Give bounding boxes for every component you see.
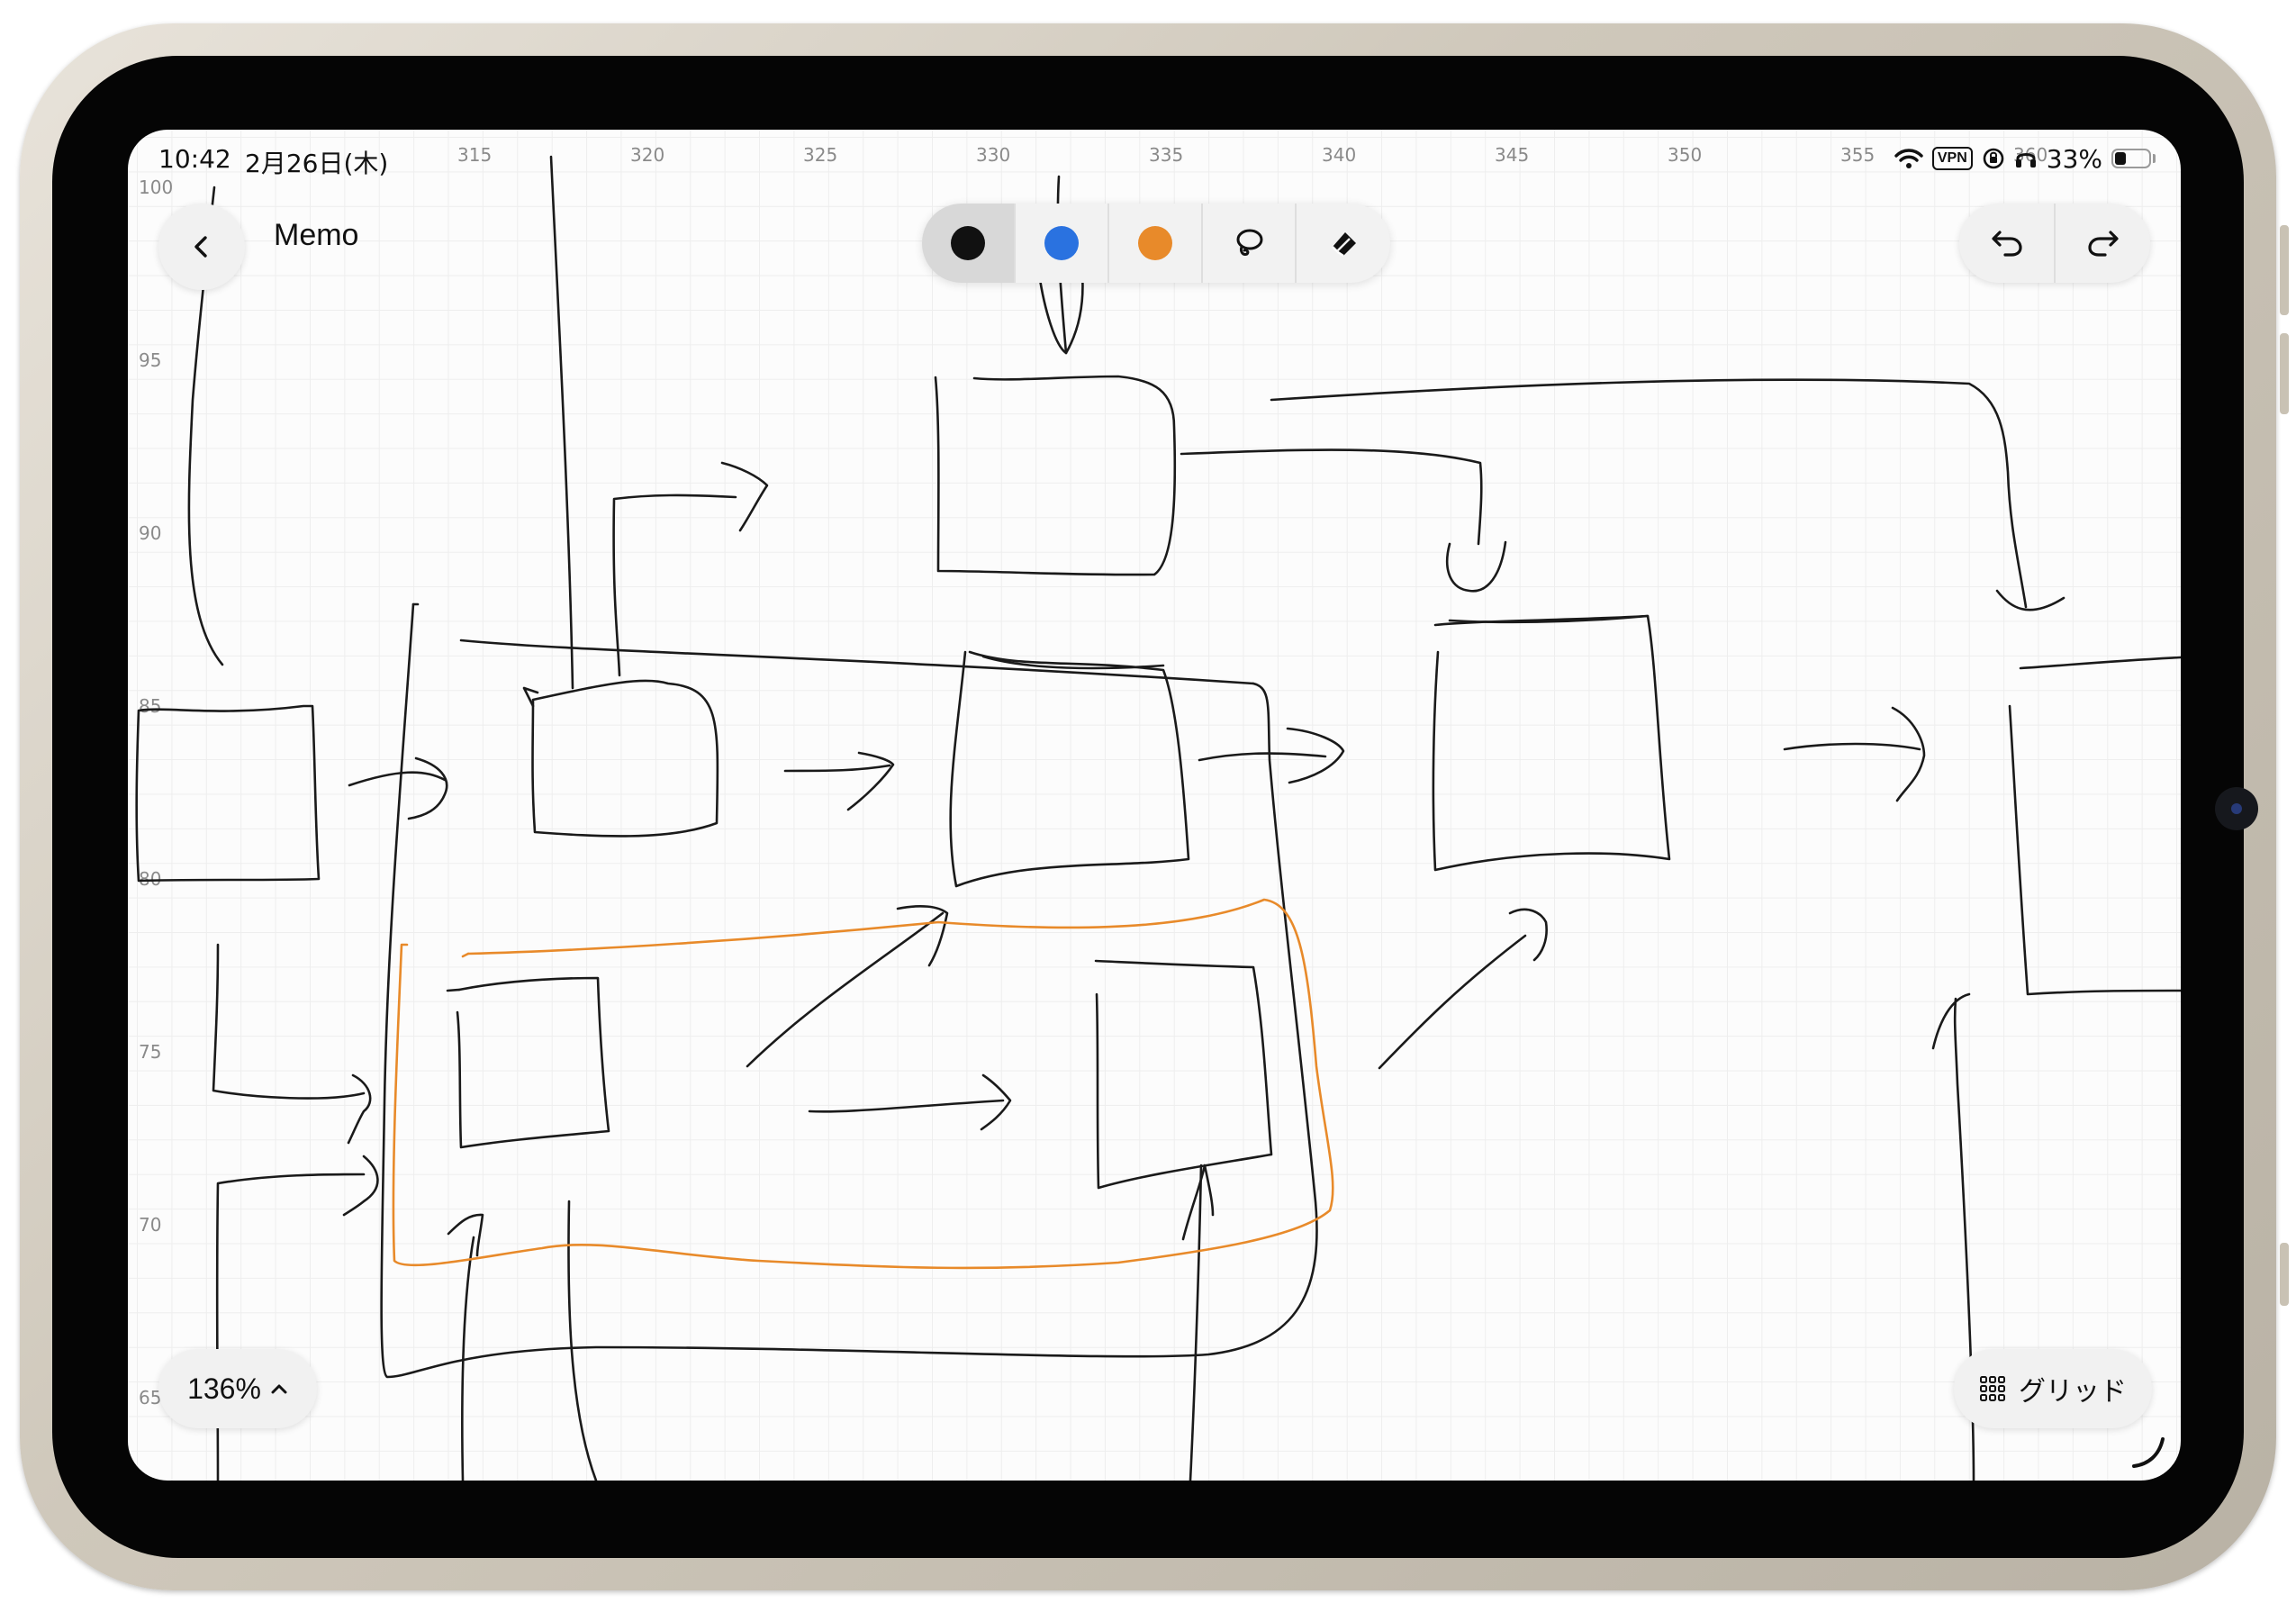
orange-lasso-stroke xyxy=(392,898,1334,1270)
ink-stroke xyxy=(380,602,1318,1379)
ink-drawing[interactable] xyxy=(128,130,2181,1481)
pen-blue-tool[interactable] xyxy=(1016,204,1109,283)
top-button xyxy=(2280,225,2289,315)
volume-button xyxy=(2280,333,2289,414)
side-button xyxy=(2280,1243,2289,1306)
resize-handle-icon[interactable] xyxy=(2129,1432,2168,1472)
ink-stroke xyxy=(531,679,719,838)
ink-stroke xyxy=(2019,656,2181,670)
pen-orange-tool[interactable] xyxy=(1109,204,1203,283)
chevron-up-icon xyxy=(271,1384,287,1394)
ink-stroke xyxy=(446,988,461,992)
orange-swatch xyxy=(1138,226,1172,260)
ink-stroke xyxy=(212,943,366,1100)
page-title: Memo xyxy=(274,218,359,252)
ink-stroke xyxy=(456,976,610,1149)
orange-lasso-stroke xyxy=(461,952,470,958)
back-button[interactable] xyxy=(158,204,245,290)
blue-swatch xyxy=(1044,226,1079,260)
ink-stroke xyxy=(342,1155,379,1217)
black-swatch xyxy=(951,226,985,260)
ink-stroke xyxy=(1432,614,1671,872)
ink-stroke xyxy=(215,1173,366,1481)
history-controls xyxy=(1959,204,2150,283)
grid-toggle-label: グリッド xyxy=(2019,1376,2127,1408)
status-icons: VPN 33% xyxy=(1894,142,2156,175)
front-camera xyxy=(2215,787,2258,830)
ink-stroke xyxy=(522,686,539,708)
ink-stroke xyxy=(1891,706,1926,802)
ink-stroke xyxy=(2008,704,2181,996)
tool-palette xyxy=(922,204,1390,283)
eraser-icon xyxy=(1332,232,1356,257)
ink-stroke xyxy=(612,494,737,677)
ink-stroke xyxy=(1181,1164,1215,1241)
battery-percent: 33% xyxy=(2046,143,2102,174)
undo-button[interactable] xyxy=(1959,204,2056,283)
ink-stroke xyxy=(1378,934,1527,1070)
battery-icon xyxy=(2111,149,2151,168)
status-date: 2月26日(木) xyxy=(245,149,389,178)
status-time: 10:42 xyxy=(158,144,231,174)
ink-stroke xyxy=(949,650,1190,888)
ink-stroke xyxy=(1445,540,1507,593)
ink-stroke xyxy=(1995,589,2065,611)
ink-stroke xyxy=(459,638,1255,685)
chevron-left-icon xyxy=(194,236,207,258)
canvas-screen[interactable]: 315 320 325 330 335 340 345 350 355 360 … xyxy=(128,130,2181,1481)
ink-stroke xyxy=(1094,959,1273,1190)
ink-stroke xyxy=(447,1213,484,1257)
ink-stroke xyxy=(981,655,1165,670)
redo-button[interactable] xyxy=(2056,204,2150,283)
battery-nub xyxy=(2153,154,2156,163)
vpn-badge: VPN xyxy=(1931,147,1973,170)
ink-stroke xyxy=(1180,448,1483,546)
ink-stroke xyxy=(549,155,574,690)
undo-icon xyxy=(1991,231,2022,257)
orientation-lock-icon xyxy=(1983,148,2004,169)
lasso-icon xyxy=(1236,229,1263,256)
eraser-tool[interactable] xyxy=(1297,204,1390,283)
zoom-level: 136% xyxy=(187,1372,261,1405)
ink-stroke xyxy=(348,771,447,787)
zoom-button[interactable]: 136% xyxy=(158,1349,317,1428)
ink-stroke xyxy=(567,1200,598,1481)
pen-black-tool[interactable] xyxy=(922,204,1016,283)
wifi-icon xyxy=(1894,149,1923,168)
lasso-tool[interactable] xyxy=(1203,204,1297,283)
grid-toggle-button[interactable]: グリッド xyxy=(1954,1349,2152,1428)
ink-stroke xyxy=(347,1073,372,1145)
headphones-icon xyxy=(2015,153,2036,168)
ink-stroke xyxy=(1198,752,1327,762)
redo-icon xyxy=(2087,231,2119,257)
ink-stroke xyxy=(1508,908,1548,962)
ink-stroke xyxy=(934,375,1177,576)
ink-stroke xyxy=(783,764,891,773)
ink-stroke xyxy=(846,751,895,811)
ink-stroke xyxy=(1931,992,1971,1050)
grid-icon xyxy=(1980,1376,2005,1401)
ink-stroke xyxy=(1270,378,2028,609)
ink-stroke xyxy=(1783,742,1921,751)
ink-stroke xyxy=(407,756,448,820)
ink-stroke xyxy=(808,1099,1005,1113)
ink-stroke xyxy=(135,704,321,883)
